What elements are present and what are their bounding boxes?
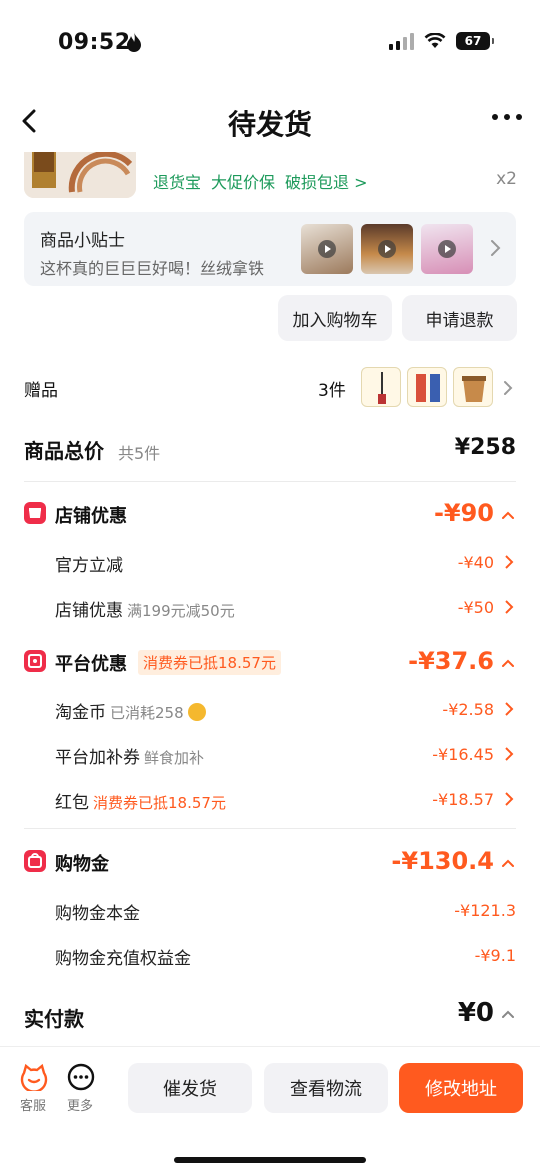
chevron-right-icon[interactable] bbox=[504, 701, 514, 717]
gold-row-value: -¥9.1 bbox=[474, 946, 516, 965]
product-services[interactable]: 退货宝 大促价保 破损包退 > bbox=[153, 169, 368, 193]
product-image[interactable] bbox=[24, 152, 136, 198]
customer-service-icon[interactable] bbox=[20, 1063, 48, 1091]
gift-thumbnail[interactable] bbox=[361, 367, 401, 407]
video-thumbnail[interactable] bbox=[361, 224, 413, 274]
discount-row-value: -¥40 bbox=[457, 553, 494, 572]
customer-service-label[interactable]: 客服 bbox=[20, 1095, 46, 1114]
service-damage-return: 破损包退 > bbox=[285, 173, 368, 192]
play-icon bbox=[438, 240, 456, 258]
platform-discount-value: -¥37.6 bbox=[408, 647, 494, 675]
view-logistics-button[interactable]: 查看物流 bbox=[264, 1063, 388, 1113]
bottom-action-bar: 客服 更多 催发货 查看物流 修改地址 bbox=[0, 1046, 540, 1174]
divider bbox=[24, 828, 516, 829]
flame-icon bbox=[127, 32, 141, 52]
tips-subtitle: 这杯真的巨巨巨好喝！丝绒拿铁 bbox=[40, 259, 265, 278]
discount-row-label: 红包 消费券已抵18.57元 bbox=[55, 793, 226, 813]
battery-icon: 67 bbox=[456, 32, 494, 50]
chevron-up-icon[interactable] bbox=[500, 509, 516, 521]
total-price-label: 商品总价 bbox=[24, 439, 104, 463]
gift-thumbnail[interactable] bbox=[407, 367, 447, 407]
shopping-gold-value: -¥130.4 bbox=[391, 847, 494, 875]
more-label[interactable]: 更多 bbox=[67, 1095, 93, 1114]
chevron-right-icon bbox=[491, 240, 501, 256]
service-price-protection: 大促价保 bbox=[211, 173, 276, 192]
urge-shipment-button[interactable]: 催发货 bbox=[128, 1063, 252, 1113]
video-thumbnail[interactable] bbox=[421, 224, 473, 274]
discount-row-sub: 满199元减50元 bbox=[127, 602, 235, 620]
play-icon bbox=[378, 240, 396, 258]
platform-icon bbox=[24, 650, 46, 672]
discount-row-sub: 鲜食加补 bbox=[144, 749, 205, 767]
gift-thumbnail[interactable] bbox=[453, 367, 493, 407]
coupon-tag: 消费券已抵18.57元 bbox=[138, 650, 281, 675]
discount-row-sub: 已消耗258 bbox=[110, 704, 184, 722]
discount-row-label: 官方立减 bbox=[55, 556, 123, 576]
video-thumbnail[interactable] bbox=[301, 224, 353, 274]
page-title: 待发货 bbox=[227, 108, 312, 141]
gold-row-value: -¥121.3 bbox=[454, 901, 516, 920]
gold-row-label: 购物金充值权益金 bbox=[55, 949, 191, 969]
home-indicator[interactable] bbox=[174, 1157, 366, 1163]
chevron-right-icon[interactable] bbox=[504, 554, 514, 570]
product-quantity: x2 bbox=[496, 169, 517, 189]
store-discount-value: -¥90 bbox=[433, 499, 494, 527]
chevron-right-icon[interactable] bbox=[504, 746, 514, 762]
wifi-icon bbox=[424, 33, 446, 48]
discount-row-value: -¥50 bbox=[457, 598, 494, 617]
nav-bar: 待发货 bbox=[0, 90, 540, 152]
discount-row-value: -¥2.58 bbox=[442, 700, 494, 719]
chevron-right-icon[interactable] bbox=[504, 791, 514, 807]
discount-row-label: 店铺优惠 满199元减50元 bbox=[55, 601, 235, 621]
gold-row-label: 购物金本金 bbox=[55, 904, 140, 924]
service-return-insurance: 退货宝 bbox=[153, 173, 202, 192]
discount-row-sub: 消费券已抵18.57元 bbox=[93, 794, 226, 812]
store-icon bbox=[24, 502, 46, 524]
chevron-right-icon[interactable] bbox=[504, 599, 514, 615]
chevron-right-icon[interactable] bbox=[502, 378, 514, 398]
more-options-icon[interactable] bbox=[492, 114, 522, 120]
shopping-gold-icon bbox=[24, 850, 46, 872]
platform-discount-title: 平台优惠 bbox=[55, 654, 127, 675]
discount-row-value: -¥16.45 bbox=[432, 745, 494, 764]
total-price-value: ¥258 bbox=[454, 435, 516, 460]
status-time: 09:52 bbox=[58, 30, 131, 55]
status-icons: 67 bbox=[389, 32, 494, 50]
discount-row-value: -¥18.57 bbox=[432, 790, 494, 809]
paid-label: 实付款 bbox=[24, 1007, 84, 1031]
status-bar: 09:52 67 bbox=[0, 0, 540, 90]
discount-row-label: 平台加补券 鲜食加补 bbox=[55, 748, 205, 768]
tips-title: 商品小贴士 bbox=[40, 231, 125, 251]
chevron-up-icon[interactable] bbox=[500, 1008, 516, 1020]
discount-row-label: 淘金币 已消耗258 bbox=[55, 698, 206, 723]
gift-label: 赠品 bbox=[24, 381, 58, 401]
play-icon bbox=[318, 240, 336, 258]
shopping-gold-title: 购物金 bbox=[55, 854, 109, 875]
coin-icon bbox=[187, 703, 206, 721]
store-discount-title: 店铺优惠 bbox=[55, 506, 127, 527]
cellular-signal-icon bbox=[389, 32, 414, 50]
gift-count: 3件 bbox=[318, 381, 346, 401]
paid-value: ¥0 bbox=[457, 998, 494, 1028]
refund-button[interactable]: 申请退款 bbox=[402, 295, 517, 341]
chevron-up-icon[interactable] bbox=[500, 657, 516, 669]
chevron-up-icon[interactable] bbox=[500, 857, 516, 869]
divider bbox=[24, 481, 516, 482]
product-tips-card[interactable]: 商品小贴士 这杯真的巨巨巨好喝！丝绒拿铁 bbox=[24, 212, 516, 286]
total-item-count: 共5件 bbox=[118, 444, 161, 463]
more-circle-icon[interactable] bbox=[67, 1063, 95, 1091]
add-to-cart-button[interactable]: 加入购物车 bbox=[278, 295, 392, 341]
modify-address-button[interactable]: 修改地址 bbox=[399, 1063, 523, 1113]
